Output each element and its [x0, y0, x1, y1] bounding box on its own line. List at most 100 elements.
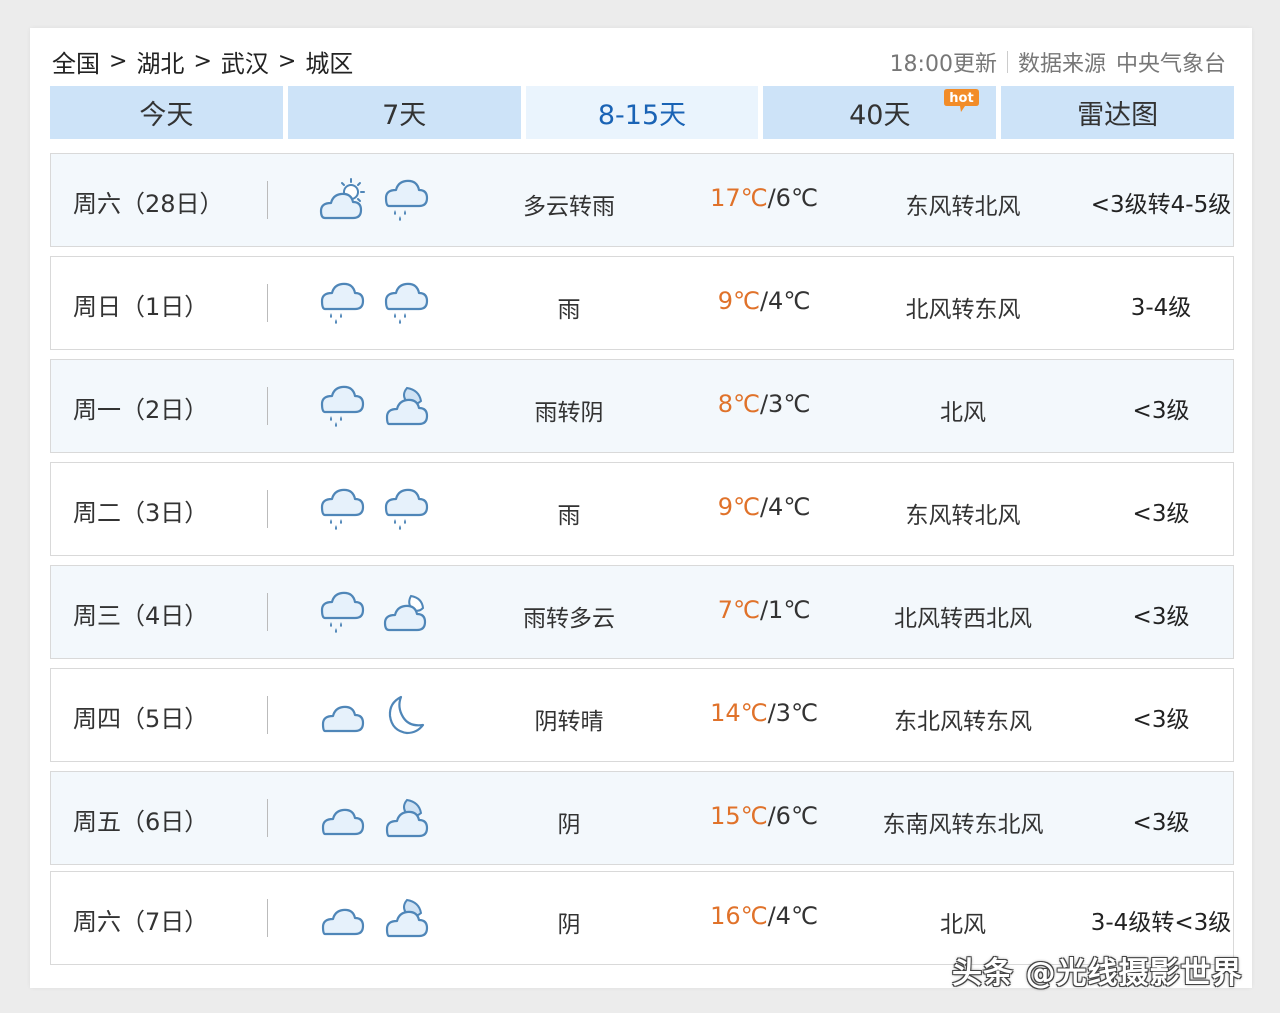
weather-condition: 雨转阴 [534, 400, 604, 426]
breadcrumb: 全国 > 湖北 > 武汉 > 城区 [52, 44, 353, 79]
rain-icon [320, 591, 365, 633]
breadcrumb-item-urban: 城区 [305, 50, 354, 78]
high-temp: 15℃ [710, 802, 768, 830]
forecast-row: 周日（1日） 雨 9℃/4℃ 北风转东风 3-4级 [50, 256, 1234, 350]
row-divider [267, 490, 268, 528]
forecast-row: 周三（4日） 雨转多云 7℃/1℃ 北风转西北风 <3级 [50, 565, 1234, 659]
tab-40-days-label: 40天 [849, 100, 911, 131]
breadcrumb-separator: > [193, 49, 212, 74]
temperature-range: 16℃/4℃ [664, 902, 864, 930]
weather-condition: 雨 [557, 503, 581, 529]
wind-direction: 东南风转东北风 [882, 812, 1044, 838]
low-temp: 4℃ [768, 493, 811, 521]
wind-level: <3级转4-5级 [1090, 192, 1232, 218]
temp-separator: / [759, 287, 769, 315]
cloud-moon-icon [385, 798, 429, 838]
cloud-moon-icon [385, 898, 429, 938]
temperature-range: 8℃/3℃ [664, 390, 864, 418]
wind-level: 3-4级转<3级 [1090, 910, 1232, 936]
row-divider [267, 387, 268, 425]
breadcrumb-item-national[interactable]: 全国 [52, 44, 100, 79]
wind-direction: 东北风转东风 [894, 709, 1032, 735]
temp-separator: / [759, 493, 769, 521]
temp-separator: / [767, 184, 776, 212]
wind-direction: 北风转东风 [905, 297, 1021, 323]
breadcrumb-item-hubei[interactable]: 湖北 [136, 44, 184, 79]
row-divider [267, 899, 268, 937]
high-temp: 14℃ [710, 699, 768, 727]
rain-icon [320, 385, 365, 427]
forecast-day: 周六（28日） [73, 190, 224, 218]
temp-separator: / [767, 699, 776, 727]
tab-radar-label: 雷达图 [1077, 100, 1159, 131]
hot-badge: hot [944, 89, 980, 112]
forecast-row: 周四（5日） 阴转晴 14℃/3℃ 东北风转东风 <3级 [50, 668, 1234, 762]
weather-condition: 多云转雨 [523, 194, 615, 220]
low-temp: 6℃ [775, 184, 818, 212]
low-temp: 4℃ [768, 287, 811, 315]
wind-level: <3级 [1132, 810, 1190, 836]
weather-condition: 阴转晴 [534, 709, 604, 735]
weather-condition: 雨 [557, 297, 581, 323]
wind-level: <3级 [1132, 398, 1190, 424]
moon-icon [388, 695, 425, 735]
high-temp: 17℃ [710, 184, 768, 212]
hot-badge-text: hot [950, 91, 974, 106]
partly-cloudy-sun-icon [319, 178, 365, 220]
row-divider [267, 696, 268, 734]
low-temp: 3℃ [768, 390, 811, 418]
tab-today-label: 今天 [139, 100, 194, 131]
forecast-row: 周一（2日） 雨转阴 8℃/3℃ 北风 <3级 [50, 359, 1234, 453]
tab-radar[interactable]: 雷达图 [1001, 86, 1234, 139]
temperature-range: 9℃/4℃ [664, 287, 864, 315]
weather-condition: 阴 [557, 812, 581, 838]
cloud-icon [321, 705, 365, 733]
temp-separator: / [767, 902, 776, 930]
high-temp: 8℃ [717, 390, 760, 418]
partly-cloudy-moon-icon [383, 594, 427, 632]
temp-separator: / [759, 390, 769, 418]
temp-separator: / [759, 596, 769, 624]
update-info: 18:00更新 数据来源 中央气象台 [890, 46, 1226, 78]
temperature-range: 9℃/4℃ [664, 493, 864, 521]
row-divider [267, 593, 268, 631]
wind-direction: 东风转北风 [905, 194, 1021, 220]
meta-divider [1006, 51, 1008, 73]
wind-level: <3级 [1132, 604, 1190, 630]
temperature-range: 14℃/3℃ [664, 699, 864, 727]
high-temp: 7℃ [717, 596, 760, 624]
wind-direction: 东风转北风 [905, 503, 1021, 529]
breadcrumb-separator: > [109, 49, 128, 74]
tab-today[interactable]: 今天 [50, 86, 283, 139]
wind-level: <3级 [1132, 501, 1190, 527]
wind-level: 3-4级 [1130, 295, 1192, 321]
tab-8-15-days[interactable]: 8-15天 [525, 86, 759, 139]
temperature-range: 15℃/6℃ [664, 802, 864, 830]
forecast-row: 周五（6日） 阴 15℃/6℃ 东南风转东北风 <3级 [50, 771, 1234, 865]
weather-condition: 阴 [557, 912, 581, 938]
header-bar: 全国 > 湖北 > 武汉 > 城区 18:00更新 数据来源 中央气象台 [52, 44, 1228, 80]
cloud-moon-icon [385, 386, 429, 426]
breadcrumb-separator: > [277, 49, 297, 74]
wind-direction: 北风 [940, 912, 986, 938]
forecast-day: 周一（2日） [73, 396, 209, 424]
forecast-day: 周日（1日） [73, 293, 209, 321]
source-label: 数据来源 [1017, 52, 1106, 77]
high-temp: 9℃ [717, 287, 760, 315]
row-divider [267, 284, 268, 322]
breadcrumb-item-wuhan[interactable]: 武汉 [221, 44, 269, 79]
tab-7-days[interactable]: 7天 [287, 86, 521, 139]
forecast-day: 周五（6日） [73, 808, 209, 836]
wind-direction: 北风 [940, 400, 986, 426]
tab-8-15-days-label: 8-15天 [597, 100, 687, 131]
low-temp: 6℃ [775, 802, 818, 830]
rain-icon [320, 488, 365, 530]
high-temp: 9℃ [717, 493, 760, 521]
temperature-range: 7℃/1℃ [664, 596, 864, 624]
cloud-icon [321, 808, 365, 836]
forecast-day: 周三（4日） [73, 602, 209, 630]
forecast-day: 周二（3日） [73, 499, 209, 527]
tab-40-days[interactable]: 40天 hot [763, 86, 997, 139]
weather-condition: 雨转多云 [523, 606, 615, 632]
rain-icon [384, 488, 429, 530]
